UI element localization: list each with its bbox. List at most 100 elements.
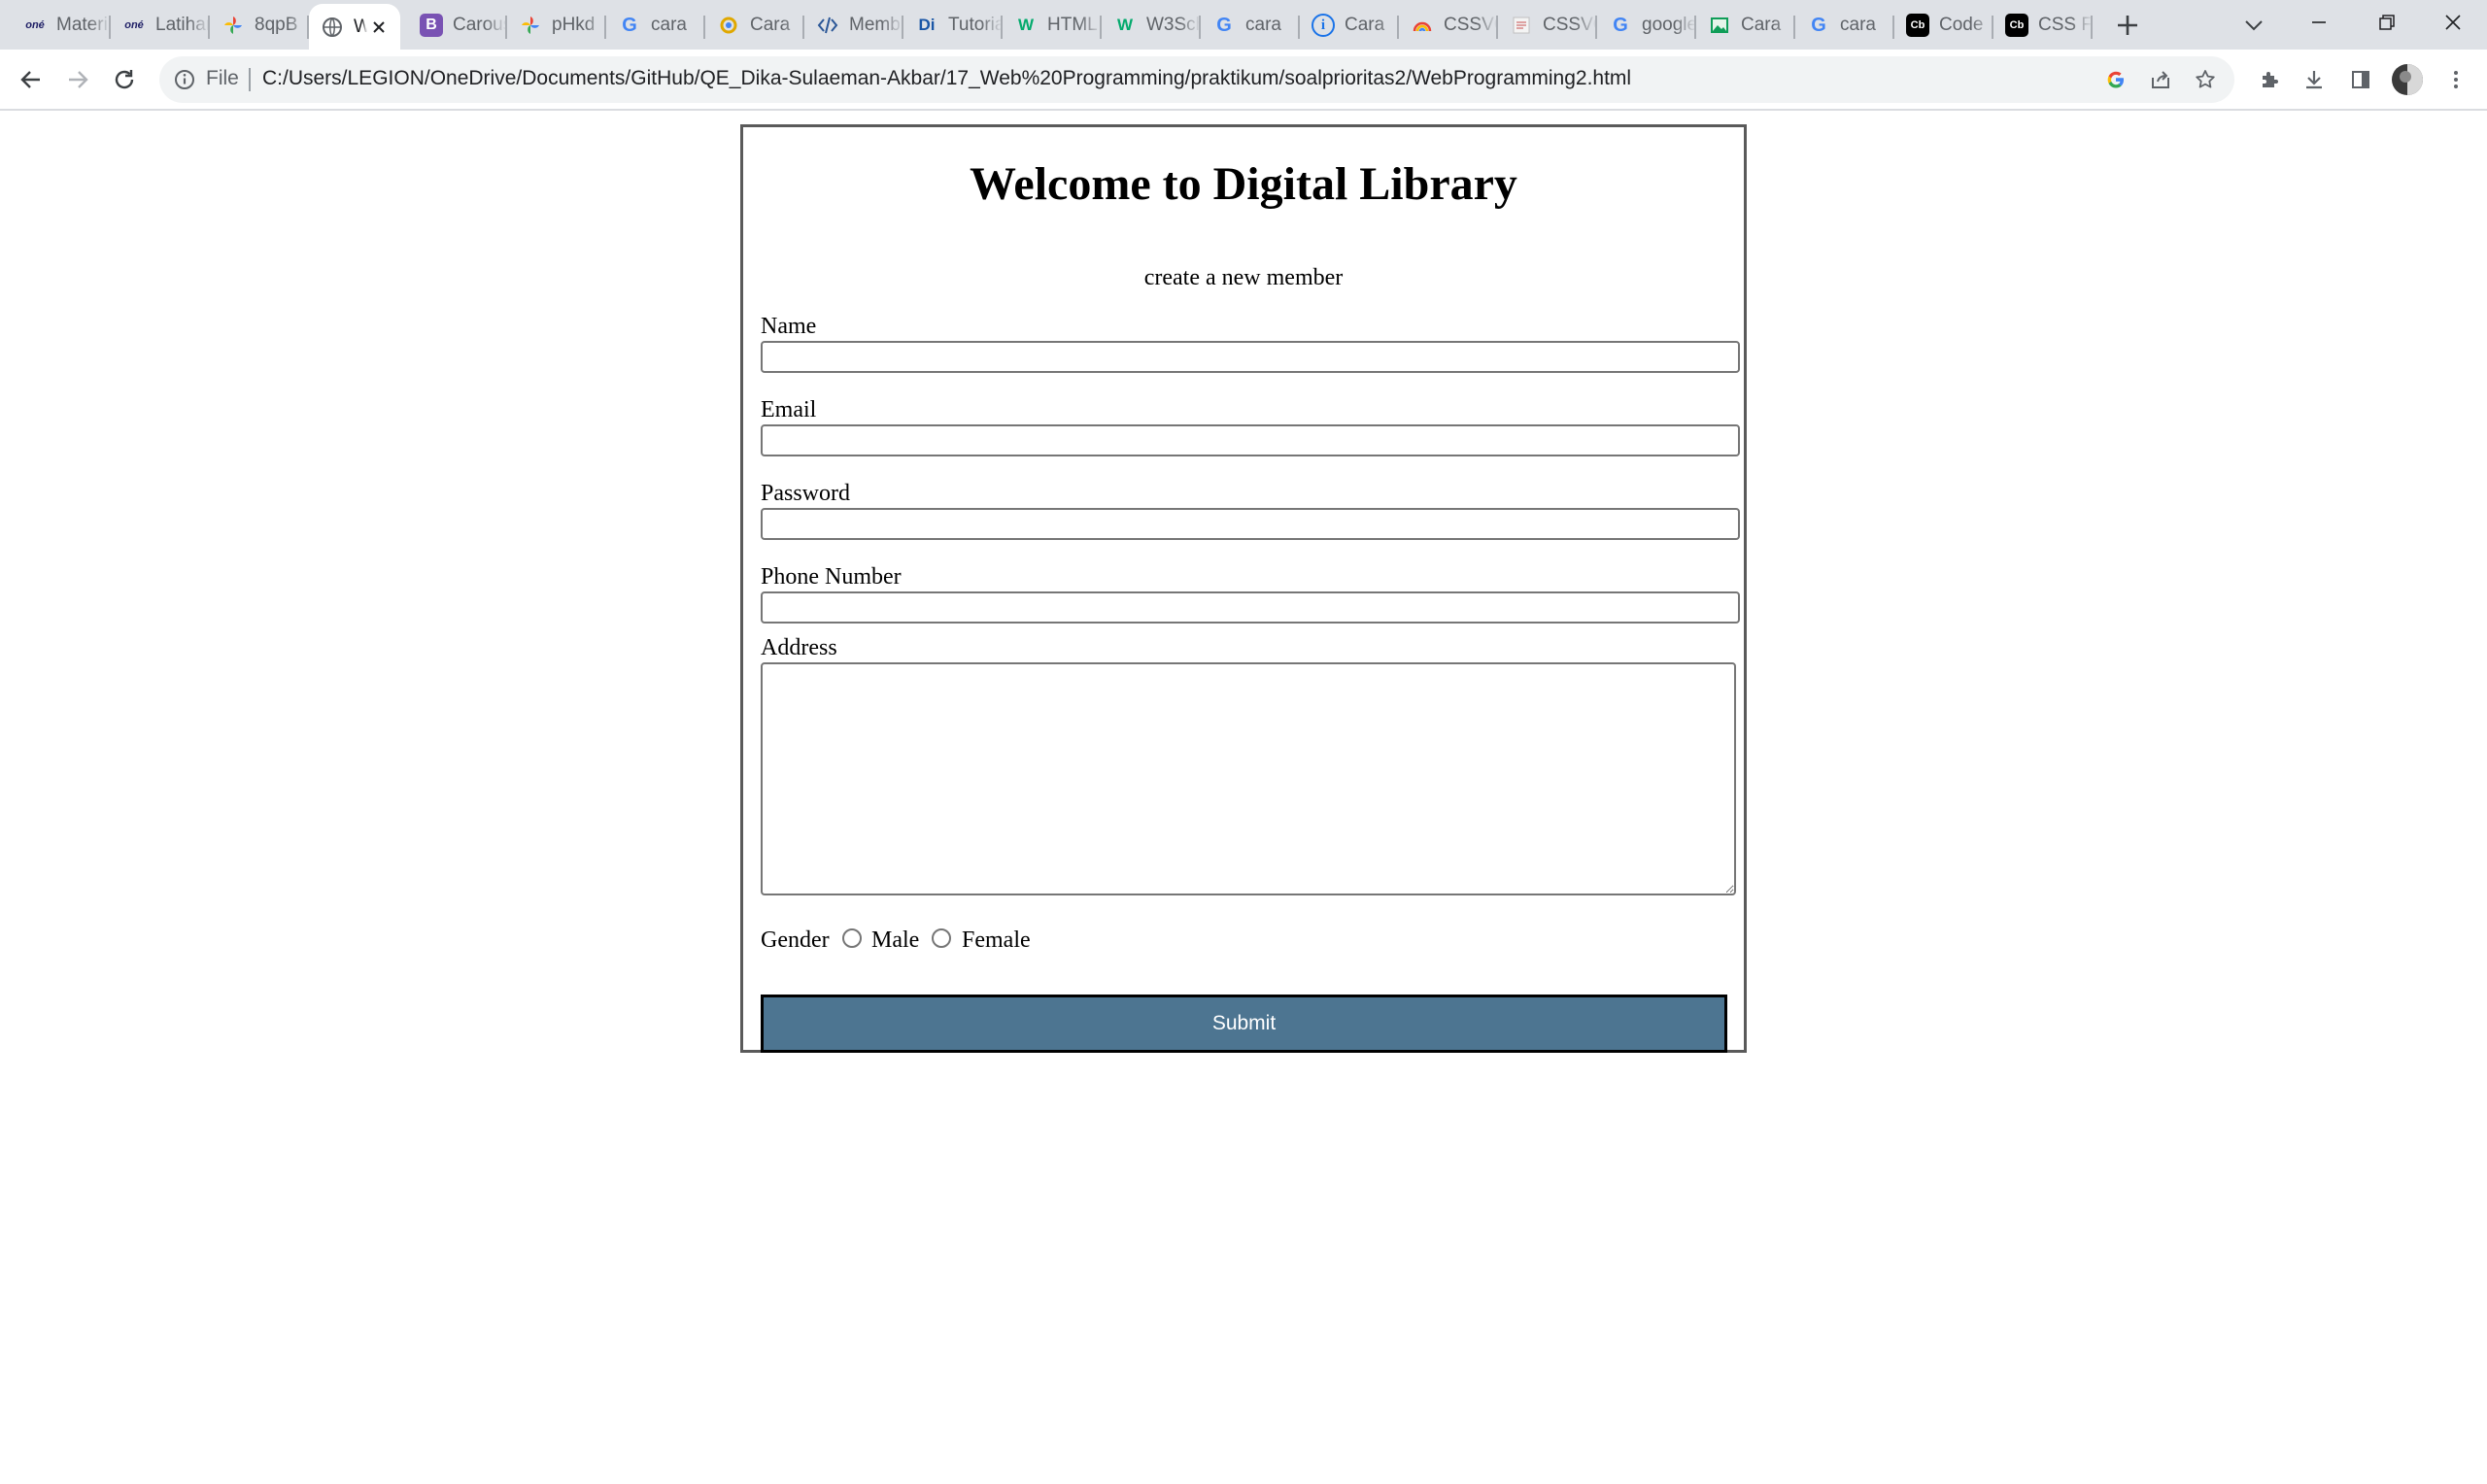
tab-close-icon[interactable] xyxy=(367,16,391,39)
browser-tab[interactable]: Cb Code xyxy=(1894,4,1993,47)
browser-tab[interactable]: Gcara xyxy=(1201,4,1300,47)
password-label: Password xyxy=(761,481,851,506)
tab-title: 8qpB xyxy=(255,15,298,35)
browser-tab[interactable]: Cb CSS Form xyxy=(1993,4,2093,47)
address-bar[interactable]: File C:/Users/LEGION/OneDrive/Documents/… xyxy=(159,56,2234,103)
url-text[interactable]: C:/Users/LEGION/OneDrive/Documents/GitHu… xyxy=(262,67,1631,90)
gender-female-label[interactable]: Female xyxy=(962,927,1031,954)
share-button[interactable] xyxy=(2147,66,2174,93)
google-lens-button[interactable] xyxy=(2102,66,2129,93)
phone-label: Phone Number xyxy=(761,564,902,590)
codebeautify-icon: Cb xyxy=(1906,14,1929,37)
address-divider xyxy=(249,68,251,91)
google-icon xyxy=(2107,71,2124,88)
browser-tab[interactable]: oné Materi xyxy=(12,4,111,47)
rainbow-icon xyxy=(1411,14,1434,37)
gender-female-radio[interactable] xyxy=(932,928,951,948)
tab-title: Carousel xyxy=(453,15,507,35)
codebeautify-icon: Cb xyxy=(2005,14,2028,37)
scheme-label: File xyxy=(206,67,239,89)
reload-button[interactable] xyxy=(105,60,144,99)
downloads-button[interactable] xyxy=(2295,60,2334,99)
gender-male-radio[interactable] xyxy=(842,928,862,948)
swirl-icon xyxy=(717,14,740,37)
tab-title: Cara xyxy=(1345,15,1385,35)
browser-tab[interactable]: pHkd xyxy=(507,4,606,47)
bootstrap-icon: B xyxy=(420,14,443,37)
globe-icon xyxy=(321,16,344,39)
image-icon xyxy=(1708,14,1731,37)
forward-button[interactable] xyxy=(58,60,97,99)
browser-tab[interactable]: CSSVG xyxy=(1399,4,1498,47)
tab-title: CSS Form xyxy=(2038,15,2093,35)
pinwheel-icon xyxy=(519,14,542,37)
browser-tab[interactable]: i Cara xyxy=(1300,4,1399,47)
google-icon: G xyxy=(1216,14,1232,36)
registration-form: Welcome to Digital Library create a new … xyxy=(740,124,1747,1053)
info-icon[interactable] xyxy=(173,68,196,91)
arrow-right-icon xyxy=(69,71,88,88)
tab-title: CSSVG xyxy=(1444,15,1498,35)
browser-tab-strip: oné Materi oné Latihan 8qpB W B Carousel pHkd Gca… xyxy=(0,0,2487,50)
profile-button[interactable] xyxy=(2388,60,2427,99)
browser-tab[interactable]: Cara xyxy=(1696,4,1795,47)
gender-label: Gender xyxy=(761,928,830,953)
submit-button[interactable]: Submit xyxy=(761,995,1727,1053)
chevron-down-icon xyxy=(2245,20,2263,31)
tab-search-button[interactable] xyxy=(2234,8,2273,43)
close-icon xyxy=(2445,15,2461,30)
side-panel-icon xyxy=(2352,71,2369,88)
tab-title: W3Schools xyxy=(1146,15,1201,35)
password-input[interactable] xyxy=(761,508,1740,540)
code-icon xyxy=(816,14,839,37)
close-window-button[interactable] xyxy=(2419,0,2487,45)
address-label: Address xyxy=(761,635,837,660)
browser-tab[interactable]: Di Tutorial xyxy=(903,4,1003,47)
tab-title: Membuat xyxy=(849,15,903,35)
tab-title: cara xyxy=(651,15,687,35)
back-button[interactable] xyxy=(12,60,51,99)
tab-title: W xyxy=(354,16,367,37)
browser-tab[interactable]: Gcara xyxy=(1795,4,1894,47)
w3schools-icon: W xyxy=(1017,16,1035,34)
page-title: Welcome to Digital Library xyxy=(970,158,1517,210)
browser-tab[interactable]: B Carousel xyxy=(408,4,507,47)
restore-button[interactable] xyxy=(2353,0,2421,45)
side-panel-button[interactable] xyxy=(2341,60,2380,99)
browser-tab[interactable]: oné Latihan xyxy=(111,4,210,47)
form-subtitle: create a new member xyxy=(1143,265,1344,290)
extensions-button[interactable] xyxy=(2250,60,2289,99)
address-textarea[interactable] xyxy=(761,662,1736,895)
email-input[interactable] xyxy=(761,424,1740,456)
browser-tab[interactable]: Cara xyxy=(705,4,804,47)
new-tab-button[interactable] xyxy=(2108,8,2147,43)
email-label: Email xyxy=(761,397,817,422)
minimize-icon xyxy=(2312,21,2326,23)
tab-title: Latihan xyxy=(155,15,210,35)
minimize-button[interactable] xyxy=(2285,0,2353,45)
di-icon: Di xyxy=(918,16,936,34)
tab-separator xyxy=(2091,16,2093,39)
phone-input[interactable] xyxy=(761,591,1740,624)
name-label: Name xyxy=(761,314,817,339)
doc-icon xyxy=(1510,14,1533,37)
browser-tab[interactable]: W xyxy=(309,4,400,50)
plus-icon xyxy=(2118,16,2137,35)
tab-title: Cara xyxy=(1741,15,1782,35)
browser-tab[interactable]: Gcara xyxy=(606,4,705,47)
browser-tab[interactable]: 8qpB xyxy=(210,4,309,47)
browser-tab[interactable]: Ggoogle xyxy=(1597,4,1696,47)
google-icon: G xyxy=(622,14,637,36)
bookmark-button[interactable] xyxy=(2192,66,2219,93)
onenote-icon: oné xyxy=(25,19,45,31)
gender-male-label[interactable]: Male xyxy=(871,927,919,954)
pinwheel-icon xyxy=(221,14,245,37)
browser-tab[interactable]: Membuat xyxy=(804,4,903,47)
browser-tab[interactable]: W W3Schools xyxy=(1102,4,1201,47)
browser-tab[interactable]: W HTML xyxy=(1003,4,1102,47)
browser-tab[interactable]: CSSVG xyxy=(1498,4,1597,47)
menu-button[interactable] xyxy=(2436,60,2475,99)
name-input[interactable] xyxy=(761,341,1740,373)
tab-title: Materi xyxy=(56,15,108,35)
star-icon xyxy=(2196,70,2215,88)
